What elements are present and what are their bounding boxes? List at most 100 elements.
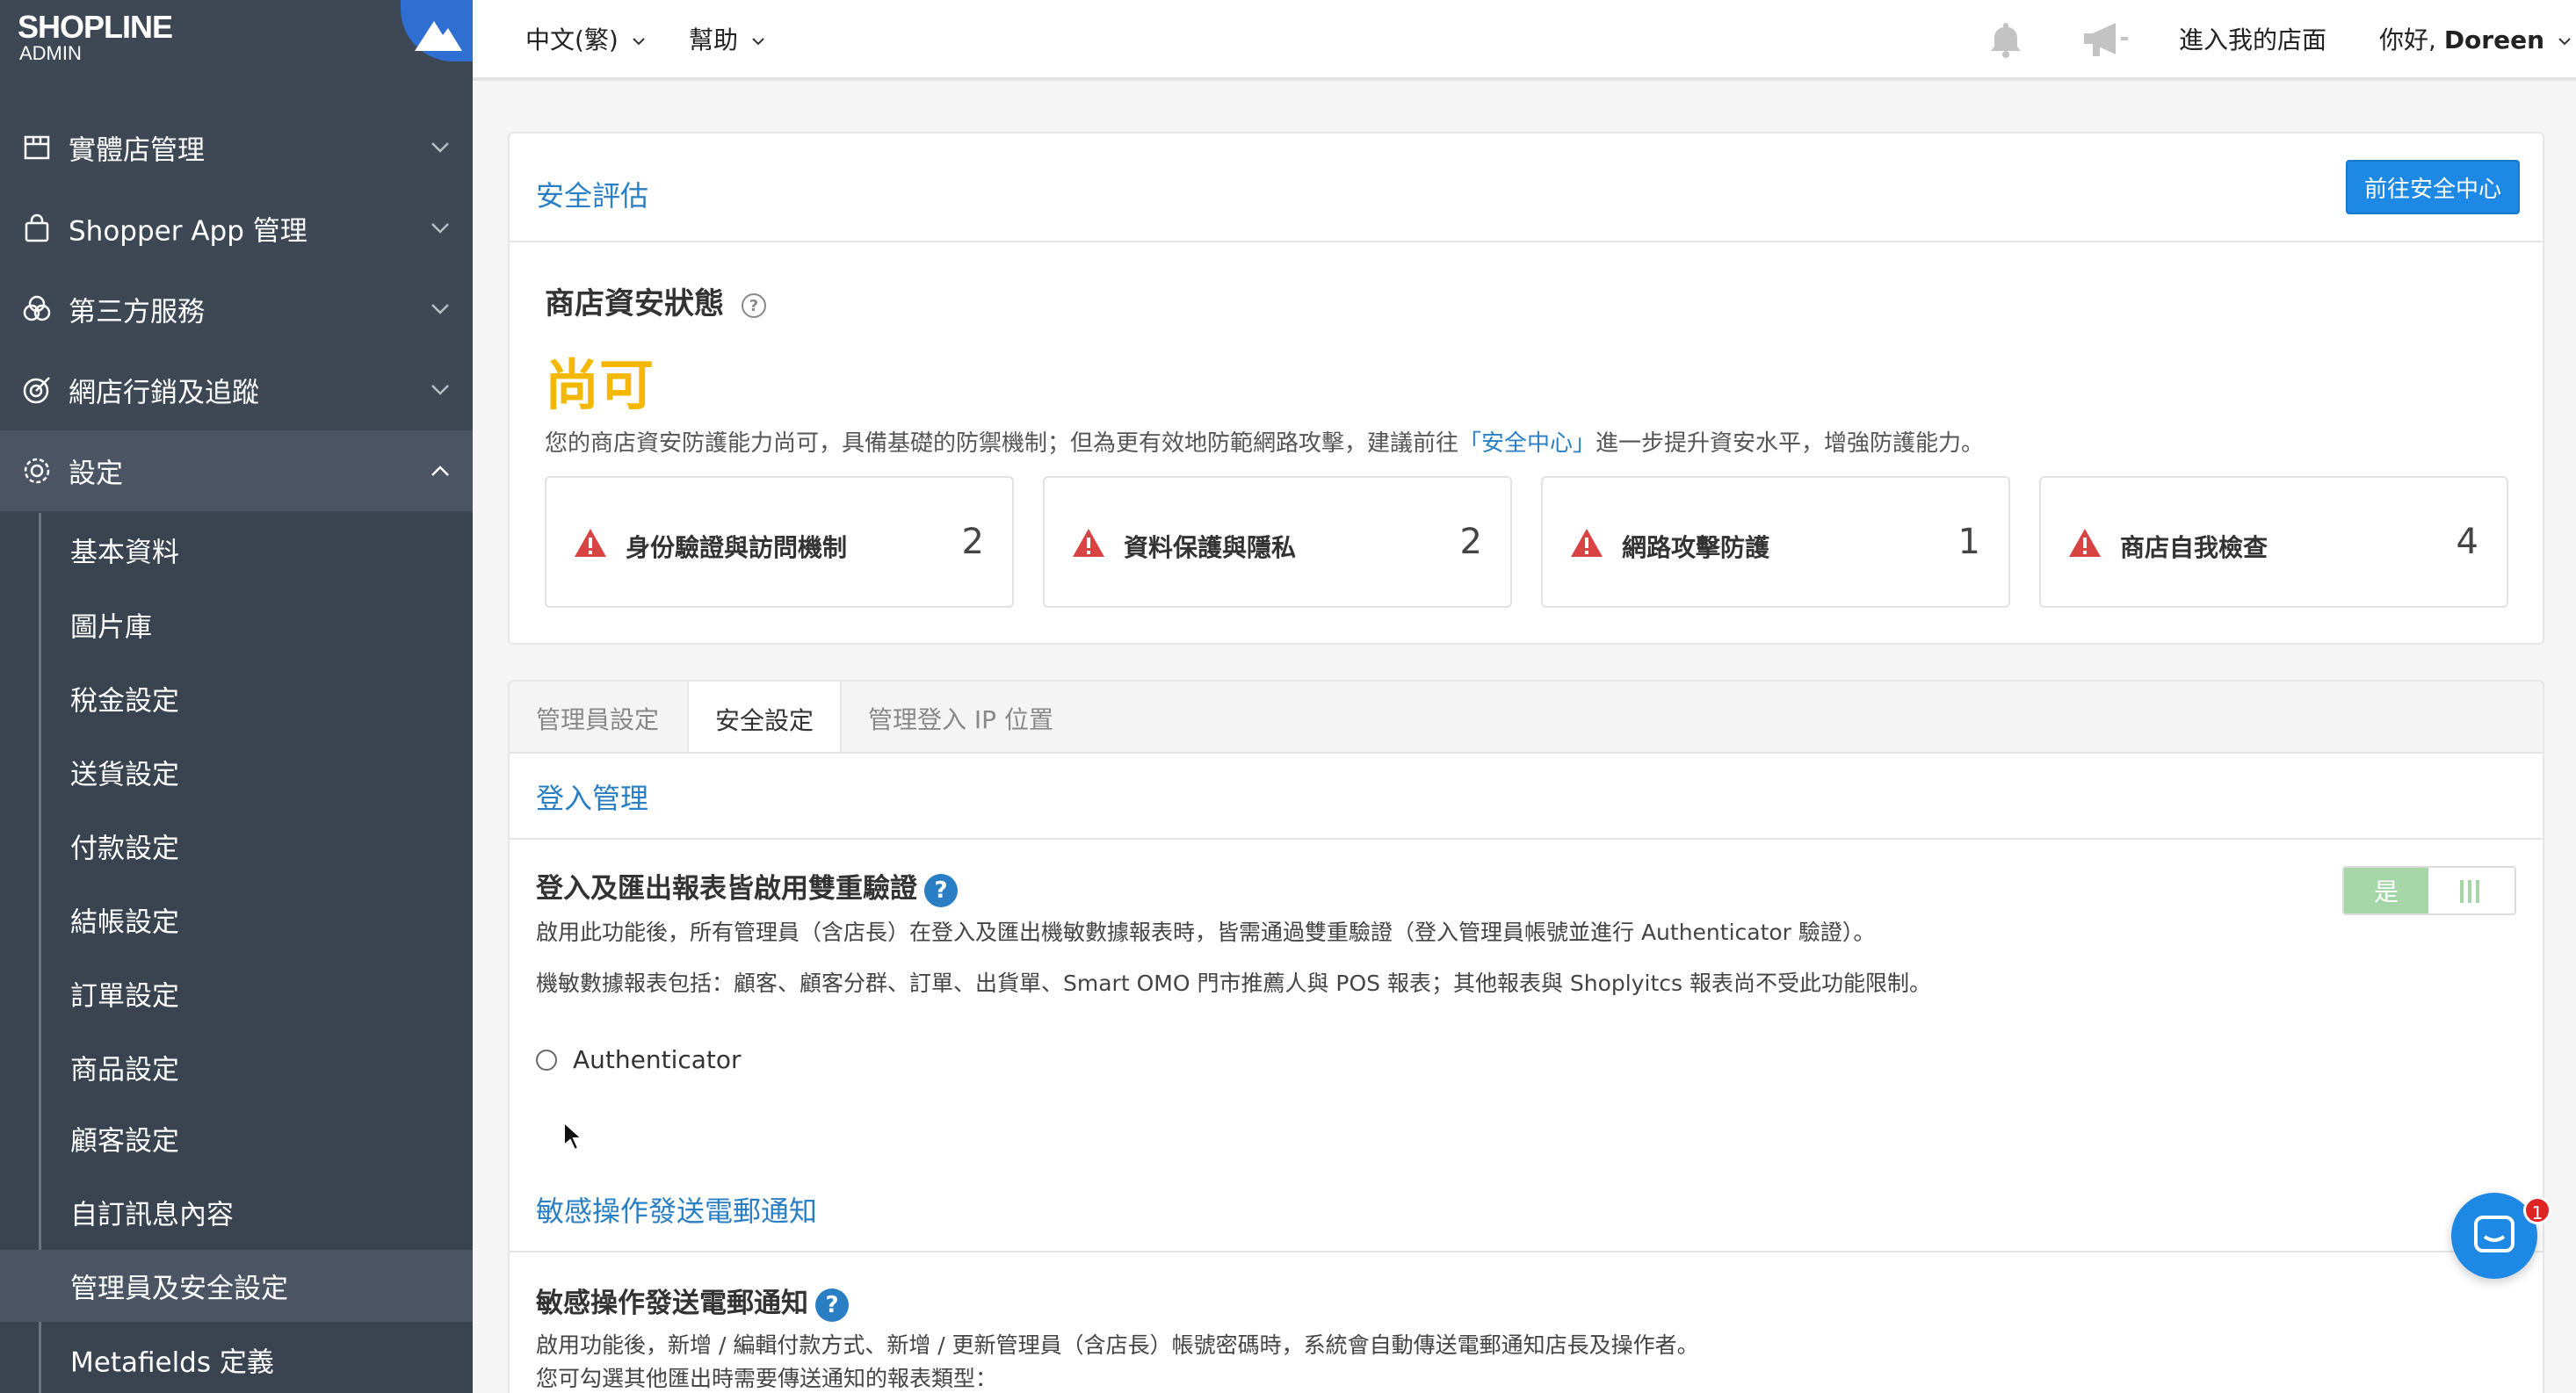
help-icon[interactable]: ? (924, 873, 958, 907)
submenu-item-payment[interactable]: 付款設定 (0, 810, 473, 882)
chevron-down-icon (2558, 38, 2571, 46)
chevron-down-icon (633, 38, 645, 46)
megaphone-icon[interactable] (2080, 18, 2130, 61)
submenu-item-basic-info[interactable]: 基本資料 (0, 514, 473, 586)
bell-icon[interactable] (1984, 18, 2028, 61)
chevron-down-icon (431, 142, 449, 153)
svg-text:?: ? (749, 297, 758, 315)
brand-logo[interactable]: SHOPLINE ADMIN (0, 0, 473, 79)
brand-sub: ADMIN (19, 42, 82, 64)
authenticator-radio[interactable] (536, 1049, 557, 1071)
submenu-item-product[interactable]: 商品設定 (0, 1031, 473, 1103)
warning-icon (1571, 529, 1603, 557)
status-desc-post: 進一步提升資安水平，增強防護能力。 (1596, 430, 1985, 457)
store-icon (24, 135, 50, 160)
authenticator-option[interactable]: Authenticator (536, 1045, 742, 1074)
stat-attack-protection[interactable]: 網路攻擊防護 1 (1541, 476, 2010, 608)
submenu-item-label: 訂單設定 (70, 980, 179, 1013)
status-value: 尚可 (545, 353, 655, 417)
chevron-down-icon (431, 304, 449, 314)
submenu-item-checkout[interactable]: 結帳設定 (0, 884, 473, 956)
chevron-down-icon (431, 223, 449, 234)
stat-count: 2 (961, 522, 984, 562)
user-name: Doreen (2443, 25, 2545, 54)
two-factor-heading-text: 登入及匯出報表皆啟用雙重驗證 (536, 873, 917, 905)
submenu-item-tax[interactable]: 稅金設定 (0, 662, 473, 734)
email-notify-section-title: 敏感操作發送電郵通知 (536, 1195, 818, 1228)
submenu-item-custom-message[interactable]: 自訂訊息內容 (0, 1176, 473, 1248)
tab-login-ip[interactable]: 管理登入 IP 位置 (842, 682, 1080, 755)
submenu-item-delivery[interactable]: 送貨設定 (0, 736, 473, 808)
greeting-text: 你好, (2379, 25, 2444, 54)
stat-count: 1 (1957, 522, 1980, 562)
language-label: 中文(繁) (525, 25, 619, 54)
email-notify-heading: 敏感操作發送電郵通知? (536, 1281, 849, 1322)
gear-icon (24, 458, 50, 484)
chat-unread-badge: 1 (2523, 1196, 2551, 1224)
help-dropdown[interactable]: 幫助 (689, 21, 765, 56)
stat-count: 2 (1459, 522, 1482, 562)
sidebar-item-marketing[interactable]: 網店行銷及追蹤 (0, 350, 473, 430)
submenu-item-label: 稅金設定 (70, 685, 179, 718)
sidebar-item-settings[interactable]: 設定 (0, 430, 473, 511)
two-factor-heading: 登入及匯出報表皆啟用雙重驗證? (536, 866, 958, 907)
two-factor-desc-1: 啟用此功能後，所有管理員（含店長）在登入及匯出機敏數據報表時，皆需通過雙重驗證（… (536, 920, 1876, 945)
warning-icon (1073, 529, 1104, 557)
sidebar-item-store[interactable]: 實體店管理 (0, 107, 473, 188)
tab-admin-settings[interactable]: 管理員設定 (510, 682, 685, 755)
status-description: 您的商店資安防護能力尚可，具備基礎的防禦機制；但為更有效地防範網路攻擊，建議前往… (545, 425, 1984, 458)
tab-security-settings[interactable]: 安全設定 (687, 682, 843, 757)
submenu-item-label: 圖片庫 (70, 611, 152, 644)
submenu-item-label: 顧客設定 (70, 1125, 179, 1158)
stat-self-check[interactable]: 商店自我檢查 4 (2039, 476, 2508, 608)
submenu-item-customer[interactable]: 顧客設定 (0, 1102, 473, 1174)
help-icon[interactable]: ? (815, 1288, 849, 1322)
sidebar-item-shopper-app[interactable]: Shopper App 管理 (0, 188, 473, 269)
user-menu[interactable]: 你好, Doreen (2379, 21, 2572, 56)
email-notify-desc-1: 啟用功能後，新增 / 編輯付款方式、新增 / 更新管理員（含店長）帳號密碼時，系… (536, 1332, 1699, 1358)
chat-icon (2474, 1216, 2514, 1252)
submenu-item-admin-security[interactable]: 管理員及安全設定 (0, 1250, 473, 1322)
submenu-item-label: Metafields 定義 (70, 1346, 274, 1379)
sidebar-item-label: 設定 (69, 458, 123, 490)
stat-auth-access[interactable]: 身份驗證與訪問機制 2 (545, 476, 1014, 608)
submenu-item-label: 管理員及安全設定 (70, 1273, 288, 1305)
submenu-item-order[interactable]: 訂單設定 (0, 957, 473, 1029)
stat-label: 商店自我檢查 (2120, 533, 2268, 562)
topbar: 中文(繁) 幫助 進入我的店面 你好, Doreen (473, 0, 2576, 81)
chevron-down-icon (752, 38, 764, 46)
toggle-handle-icon (2460, 880, 2479, 903)
two-factor-desc-2: 機敏數據報表包括：顧客、顧客分群、訂單、出貨單、Smart OMO 門市推薦人與… (536, 971, 1931, 996)
sidebar-item-third-party[interactable]: 第三方服務 (0, 269, 473, 350)
email-notify-heading-text: 敏感操作發送電郵通知 (536, 1288, 808, 1319)
language-dropdown[interactable]: 中文(繁) (525, 21, 646, 56)
brand-badge (401, 0, 473, 61)
security-center-link[interactable]: 「安全中心」 (1458, 430, 1596, 457)
store-security-status-title: 商店資安狀態 ? (545, 279, 768, 322)
assessment-title: 安全評估 (536, 179, 649, 213)
sidebar-item-label: 網店行銷及追蹤 (69, 377, 259, 409)
sidebar-item-label: Shopper App 管理 (69, 215, 308, 248)
submenu-item-label: 送貨設定 (70, 759, 179, 791)
brand-name: SHOPLINE (18, 9, 173, 45)
submenu-item-label: 自訂訊息內容 (70, 1199, 234, 1231)
chevron-down-icon (431, 385, 449, 395)
status-title-text: 商店資安狀態 (545, 286, 724, 321)
submenu-item-label: 結帳設定 (70, 906, 179, 939)
stat-data-privacy[interactable]: 資料保護與隱私 2 (1043, 476, 1512, 608)
submenu-item-image-library[interactable]: 圖片庫 (0, 588, 473, 660)
submenu-item-metafields[interactable]: Metafields 定義 (0, 1324, 473, 1393)
help-circle-icon[interactable]: ? (740, 292, 768, 320)
mountain-icon (415, 21, 462, 51)
warning-icon (575, 529, 606, 557)
stat-label: 身份驗證與訪問機制 (626, 533, 848, 562)
two-factor-toggle[interactable]: 是 (2342, 866, 2516, 915)
visit-storefront-link[interactable]: 進入我的店面 (2179, 21, 2326, 56)
submenu-item-label: 付款設定 (70, 833, 179, 865)
divider (510, 838, 2543, 840)
go-security-center-button[interactable]: 前往安全中心 (2346, 160, 2520, 214)
chevron-up-icon (431, 466, 449, 476)
sidebar: SHOPLINE ADMIN 實體店管理 Shopper App 管理 第三方服… (0, 0, 473, 1393)
sidebar-item-label: 實體店管理 (69, 134, 205, 167)
divider (508, 1251, 2544, 1252)
